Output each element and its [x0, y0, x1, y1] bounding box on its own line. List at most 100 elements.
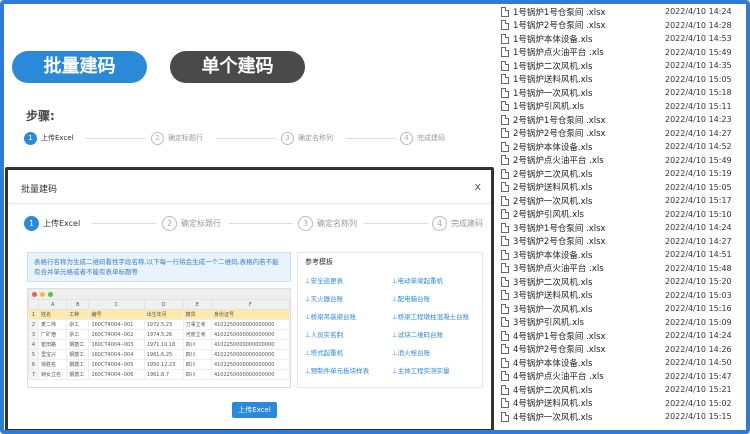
column-header: D [143, 299, 184, 310]
file-date: 2022/4/10 15:20 [665, 277, 732, 287]
file-date: 2022/4/10 14:28 [665, 20, 732, 30]
list-item[interactable]: 4号锅炉1号仓泵间 .xlsx 2022/4/10 14:24 [501, 329, 741, 343]
table-row: 7 钟女立名 钢筋工 160CT4004--006 1961.8.7 四川 41… [28, 369, 290, 380]
table-cell: 钢筋工 [66, 349, 90, 360]
steps-title: 步骤: [26, 109, 55, 123]
list-item[interactable]: 1号锅炉2号仓泵间 .xlsx 2022/4/10 14:28 [501, 19, 741, 33]
list-item[interactable]: 4号锅炉点火油平台 .xls 2022/4/10 15:47 [501, 370, 741, 384]
list-item[interactable]: 2号锅炉点火油平台 .xls 2022/4/10 15:49 [501, 154, 741, 168]
list-item[interactable]: 1号锅炉送料风机.xls 2022/4/10 15:05 [501, 73, 741, 87]
list-item[interactable]: 2号锅炉二次风机.xls 2022/4/10 15:19 [501, 167, 741, 181]
step-2: 2 确定标题行 [151, 130, 203, 146]
step-label: 确定名称列 [298, 134, 333, 142]
list-item[interactable]: 4号锅炉二次风机.xls 2022/4/10 15:21 [501, 383, 741, 397]
file-name: 4号锅炉一次风机.xls [513, 412, 593, 423]
batch-create-button[interactable]: 批量建码 [12, 51, 147, 83]
file-date: 2022/4/10 15:21 [665, 385, 732, 395]
step-3: 3 确定名称列 [281, 130, 333, 146]
template-link[interactable]: ⊥桥梁吊装梁台账 [305, 311, 388, 321]
template-link[interactable]: ⊥主体工程实测实量 [392, 365, 475, 375]
reference-templates: 参考模板 ⊥安全巡更表 ⊥电动单梁起重机 ⊥灭火器台账 ⊥配电箱台账 ⊥桥梁吊装… [297, 252, 483, 388]
template-link[interactable]: ⊥试块二维码台账 [392, 329, 475, 339]
list-item[interactable]: 1号锅炉一次风机.xls 2022/4/10 15:18 [501, 86, 741, 100]
table-cell: 1974.5.26 [143, 329, 184, 340]
file-date: 2022/4/10 15:47 [665, 371, 732, 381]
list-item[interactable]: 1号锅炉引风机.xls 2022/4/10 15:11 [501, 100, 741, 114]
file-name: 1号锅炉本体设备.xls [513, 34, 593, 45]
template-link[interactable]: ⊥电动单梁起重机 [392, 275, 475, 285]
file-name: 1号锅炉送料风机.xls [513, 75, 593, 86]
single-create-button[interactable]: 单个建码 [170, 51, 305, 83]
list-item[interactable]: 3号锅炉本体设备.xls 2022/4/10 14:51 [501, 248, 741, 262]
list-item[interactable]: 4号锅炉一次风机.xls 2022/4/10 15:15 [501, 410, 741, 424]
list-item[interactable]: 2号锅炉2号仓泵间 .xlsx 2022/4/10 14:27 [501, 127, 741, 141]
list-item[interactable]: 3号锅炉2号仓泵间 .xlsx 2022/4/10 14:27 [501, 235, 741, 249]
file-list: 1号锅炉1号仓泵间 .xlsx 2022/4/10 14:24 1号锅炉2号仓泵间… [501, 5, 741, 424]
list-item[interactable]: 4号锅炉2号仓泵间 .xlsx 2022/4/10 14:26 [501, 343, 741, 357]
dialog-step-1: 1 上传Excel [24, 214, 80, 232]
close-icon[interactable]: x [474, 180, 481, 193]
template-link[interactable]: ⊥安全巡更表 [305, 275, 388, 285]
file-name: 4号锅炉送料风机.xls [513, 399, 593, 410]
file-date: 2022/4/10 15:09 [665, 317, 732, 327]
template-link[interactable]: ⊥消火栓台账 [392, 347, 475, 357]
file-icon [501, 60, 509, 71]
table-cell: 4102250000000000000 [210, 359, 290, 370]
list-item[interactable]: 3号锅炉送料风机.xls 2022/4/10 15:03 [501, 289, 741, 303]
minimize-dot-icon [40, 291, 45, 297]
table-cell: 徐胜名 [37, 359, 68, 370]
template-link[interactable]: ⊥人员实名制 [305, 329, 388, 339]
file-name: 1号锅炉引风机.xls [513, 102, 584, 113]
file-icon [501, 168, 509, 179]
template-link[interactable]: ⊥预制件单元板块样表 [305, 365, 388, 375]
file-icon [501, 128, 509, 139]
list-item[interactable]: 3号锅炉一次风机.xls 2022/4/10 15:16 [501, 302, 741, 316]
list-item[interactable]: 4号锅炉本体设备.xls 2022/4/10 14:50 [501, 356, 741, 370]
template-link[interactable]: ⊥配电箱台账 [392, 293, 475, 303]
file-name: 2号锅炉送料风机.xls [513, 183, 593, 194]
table-cell: 四川 [182, 359, 212, 370]
dialog-step-3: 3 确定名称列 [298, 214, 357, 232]
file-icon [501, 182, 509, 193]
table-cell: 1961.6.25 [143, 349, 184, 360]
file-date: 2022/4/10 15:15 [665, 412, 732, 422]
step-label: 确定名称列 [317, 218, 357, 228]
table-cell: 工种 [66, 309, 90, 320]
file-name: 3号锅炉引风机.xls [513, 318, 584, 329]
list-item[interactable]: 1号锅炉1号仓泵间 .xlsx 2022/4/10 14:24 [501, 5, 741, 19]
list-item[interactable]: 3号锅炉点火油平台 .xls 2022/4/10 15:48 [501, 262, 741, 276]
file-date: 2022/4/10 15:11 [665, 101, 732, 111]
list-item[interactable]: 3号锅炉1号仓泵间 .xlsx 2022/4/10 14:24 [501, 221, 741, 235]
file-date: 2022/4/10 14:52 [665, 142, 732, 152]
template-link[interactable]: ⊥桥梁工程墩柱混凝土台账 [392, 311, 475, 321]
dialog-title: 批量建码 [21, 185, 58, 195]
list-item[interactable]: 2号锅炉1号仓泵间 .xlsx 2022/4/10 14:23 [501, 113, 741, 127]
reference-title: 参考模板 [305, 258, 333, 266]
list-item[interactable]: 3号锅炉二次风机.xls 2022/4/10 15:20 [501, 275, 741, 289]
list-item[interactable]: 2号锅炉送料风机.xls 2022/4/10 15:05 [501, 181, 741, 195]
file-icon [501, 20, 509, 31]
list-item[interactable]: 2号锅炉引风机.xls 2022/4/10 15:10 [501, 208, 741, 222]
upload-excel-button[interactable]: 上传Excel [232, 402, 277, 418]
list-item[interactable]: 3号锅炉引风机.xls 2022/4/10 15:09 [501, 316, 741, 330]
table-cell: 麦二伟 [37, 319, 68, 330]
list-item[interactable]: 1号锅炉点火油平台 .xls 2022/4/10 15:49 [501, 46, 741, 60]
table-cell: 4102250000000000000 [210, 349, 290, 360]
dialog-step-2: 2 确定标题行 [162, 214, 221, 232]
window-controls [28, 289, 290, 299]
file-icon [501, 222, 509, 233]
table-cell: 4102250000000000000 [210, 339, 290, 350]
step-label: 确定标题行 [181, 218, 221, 228]
file-icon [501, 303, 509, 314]
list-item[interactable]: 1号锅炉二次风机.xls 2022/4/10 14:35 [501, 59, 741, 73]
template-link[interactable]: ⊥塔式起重机 [305, 347, 388, 357]
file-icon [501, 357, 509, 368]
file-name: 1号锅炉点火油平台 .xls [513, 48, 604, 59]
template-link[interactable]: ⊥灭火器台账 [305, 293, 388, 303]
list-item[interactable]: 2号锅炉一次风机.xls 2022/4/10 15:17 [501, 194, 741, 208]
list-item[interactable]: 1号锅炉本体设备.xls 2022/4/10 14:53 [501, 32, 741, 46]
list-item[interactable]: 4号锅炉送料风机.xls 2022/4/10 15:02 [501, 397, 741, 411]
file-name: 4号锅炉1号仓泵间 .xlsx [513, 331, 606, 342]
list-item[interactable]: 2号锅炉本体设备.xls 2022/4/10 14:52 [501, 140, 741, 154]
step-connector [86, 138, 146, 139]
